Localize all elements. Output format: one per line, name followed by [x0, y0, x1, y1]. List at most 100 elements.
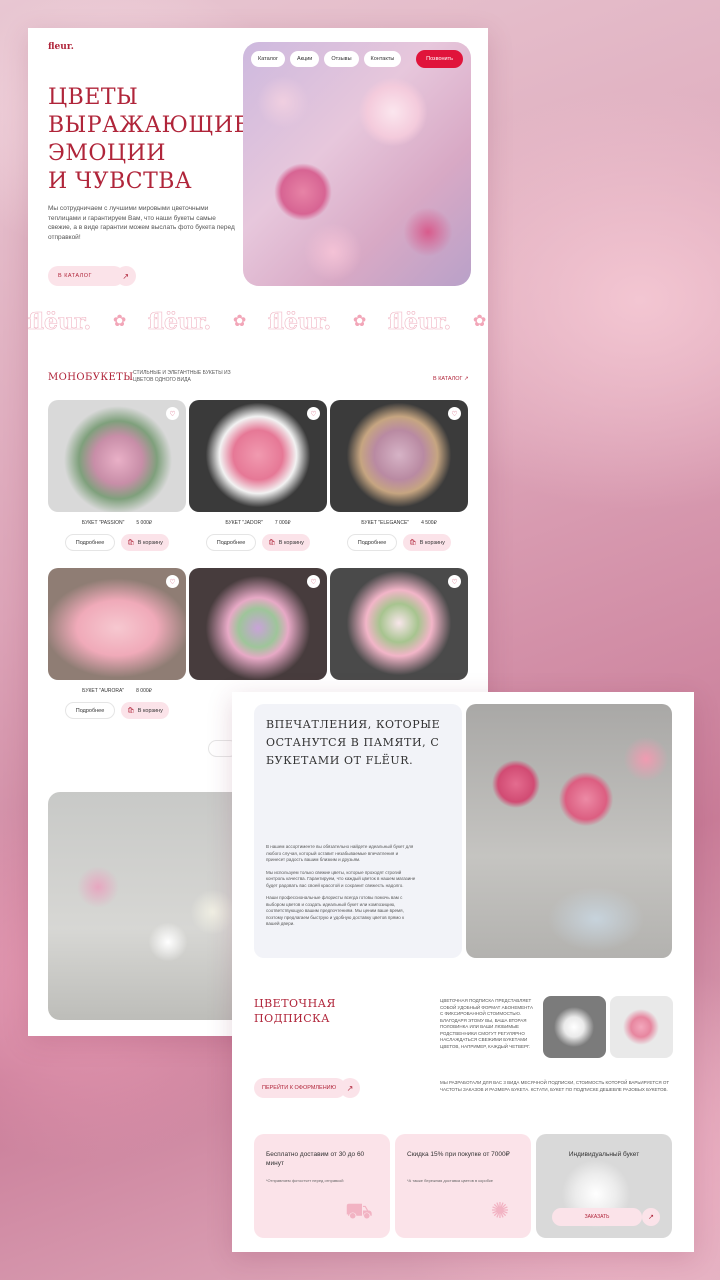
heart-icon[interactable]: ♡	[166, 575, 179, 588]
call-button[interactable]: Позвонить	[416, 50, 463, 68]
details-button[interactable]: Подробнее	[206, 534, 256, 551]
add-to-cart-label: В корзину	[137, 539, 163, 546]
subscription-order-button[interactable]: ПЕРЕЙТИ К ОФОРМЛЕНИЮ ↗	[254, 1078, 360, 1098]
product-photo[interactable]: ♡	[189, 400, 327, 512]
brand-logo[interactable]: fleur.	[48, 42, 74, 52]
feature-title: Индивидуальный букет	[568, 1151, 640, 1158]
hero-title-line: ВЫРАЖАЮЩИЕ	[48, 113, 251, 138]
hero-image-peonies: Каталог Акции Отзывы Контакты Позвонить	[243, 42, 471, 286]
cart-icon: 🛍	[268, 540, 276, 546]
cart-icon: 🛍	[127, 708, 135, 714]
subscription-order-label: ПЕРЕЙТИ К ОФОРМЛЕНИЮ	[262, 1085, 337, 1091]
subscription-photo-white	[543, 996, 606, 1058]
nav-item-sales[interactable]: Акции	[290, 51, 320, 67]
peonies-vase-photo	[466, 704, 672, 958]
lilies-vase-photo	[48, 792, 248, 1020]
arrow-up-right-icon[interactable]: ↗	[642, 1208, 660, 1226]
product-card: ♡ БУКЕТ "ELEGANCE" 4 500₽ Подробнее 🛍 В ко…	[330, 400, 468, 551]
product-name: БУКЕТ "JADOR"	[225, 520, 263, 526]
feature-free-delivery: Бесплатно доставим от 30 до 60 минут *От…	[254, 1134, 390, 1238]
marquee-word: flëur.	[28, 309, 92, 336]
catalog-button-label: В КАТАЛОГ	[58, 273, 92, 279]
arrow-up-right-icon[interactable]: ↗	[340, 1078, 360, 1098]
add-to-cart-label: В корзину	[278, 539, 304, 546]
order-custom-button[interactable]: ЗАКАЗАТЬ	[552, 1208, 642, 1226]
arrow-up-right-icon: ↗	[464, 376, 469, 382]
product-name: БУКЕТ "AURORA"	[82, 688, 125, 694]
product-photo[interactable]: ♡	[48, 400, 186, 512]
heart-icon[interactable]: ♡	[166, 407, 179, 420]
feature-custom-bouquet: Индивидуальный букет ЗАКАЗАТЬ ↗	[536, 1134, 672, 1238]
intro-title: ВПЕЧАТЛЕНИЯ, КОТОРЫЕ ОСТАНУТСЯ В ПАМЯТИ,…	[266, 718, 441, 767]
discount-badge-icon: ✺	[490, 1198, 510, 1223]
flower-icon: ✿	[112, 313, 127, 330]
hero-title: ЦВЕТЫ ВЫРАЖАЮЩИЕ ЭМОЦИИ И ЧУВСТВА	[48, 84, 251, 196]
details-button[interactable]: Подробнее	[65, 702, 115, 719]
add-to-cart-button[interactable]: 🛍 В корзину	[403, 534, 451, 551]
subscription-photo-pink	[610, 996, 673, 1058]
add-to-cart-label: В корзину	[137, 707, 163, 714]
truck-icon: ⛟	[345, 1198, 373, 1223]
hero-title-line: ЦВЕТЫ	[48, 85, 139, 110]
subscription-title-line: ЦВЕТОЧНАЯ	[254, 997, 336, 1010]
marquee-word: flëur.	[148, 309, 212, 336]
add-to-cart-button[interactable]: 🛍 В корзину	[121, 702, 169, 719]
product-photo[interactable]: ♡	[48, 568, 186, 680]
nav-item-catalog[interactable]: Каталог	[251, 51, 285, 67]
product-card: ♡	[330, 568, 468, 680]
flower-icon: ✿	[232, 313, 247, 330]
heart-icon[interactable]: ♡	[307, 407, 320, 420]
hero-title-line: ЭМОЦИИ	[48, 141, 166, 166]
intro-section: ВПЕЧАТЛЕНИЯ, КОТОРЫЕ ОСТАНУТСЯ В ПАМЯТИ,…	[254, 704, 462, 958]
product-price: 5 000₽	[136, 520, 153, 526]
subscription-note: МЫ РАЗРАБОТАЛИ ДЛЯ ВАС 3 ВИДА МЕСЯЧНОЙ П…	[440, 1080, 670, 1092]
add-to-cart-label: В корзину	[419, 539, 445, 546]
feature-discount: Скидка 15% при покупке от 7000₽ *А также…	[395, 1134, 531, 1238]
cart-icon: 🛍	[127, 540, 135, 546]
arrow-up-right-icon[interactable]: ↗	[116, 266, 136, 286]
nav-item-reviews[interactable]: Отзывы	[324, 51, 359, 67]
intro-text: В нашем ассортименте вы обязательно найд…	[266, 844, 416, 934]
details-button[interactable]: Подробнее	[65, 534, 115, 551]
top-navigation: Каталог Акции Отзывы Контакты Позвонить	[251, 50, 463, 68]
product-photo[interactable]: ♡	[330, 400, 468, 512]
intro-paragraph: Мы используем только свежие цветы, котор…	[266, 869, 416, 888]
heart-icon[interactable]: ♡	[307, 575, 320, 588]
marquee-word: flëur.	[268, 309, 332, 336]
subscription-description: ЦВЕТОЧНАЯ ПОДПИСКА ПРЕДСТАВЛЯЕТ СОБОЙ УД…	[440, 998, 533, 1049]
product-name: БУКЕТ "ELEGANCE"	[361, 520, 410, 526]
product-price: 4 500₽	[421, 520, 437, 526]
add-to-cart-button[interactable]: 🛍 В корзину	[121, 534, 169, 551]
landing-page-bottom: ВПЕЧАТЛЕНИЯ, КОТОРЫЕ ОСТАНУТСЯ В ПАМЯТИ,…	[232, 692, 694, 1252]
add-to-cart-button[interactable]: 🛍 В корзину	[262, 534, 310, 551]
product-photo[interactable]: ♡	[189, 568, 327, 680]
flower-icon: ✿	[472, 313, 487, 330]
details-button[interactable]: Подробнее	[347, 534, 397, 551]
monobouquets-catalog-link[interactable]: В КАТАЛОГ ↗	[433, 376, 469, 382]
cart-icon: 🛍	[409, 540, 417, 546]
monobouquets-subtitle: СТИЛЬНЫЕ И ЭЛЕГАНТНЫЕ БУКЕТЫ ИЗ ЦВЕТОВ О…	[133, 370, 231, 383]
catalog-link-label: В КАТАЛОГ	[433, 376, 463, 382]
subscription-title: ЦВЕТОЧНАЯ ПОДПИСКА	[254, 996, 336, 1026]
intro-paragraph: В нашем ассортименте вы обязательно найд…	[266, 844, 414, 862]
hero-description: Мы сотрудничаем с лучшими мировыми цвето…	[48, 205, 235, 241]
product-photo[interactable]: ♡	[330, 568, 468, 680]
heart-icon[interactable]: ♡	[448, 575, 461, 588]
product-price: 8 000₽	[136, 688, 152, 694]
product-price: 7 000₽	[274, 520, 291, 526]
feature-title: Бесплатно доставим от 30 до 60 минут	[266, 1151, 365, 1167]
product-card: ♡ БУКЕТ "PASSION" 5 000₽ Подробнее 🛍 В кор…	[48, 400, 186, 551]
product-name: БУКЕТ "PASSION"	[81, 520, 125, 526]
product-card: ♡ БУКЕТ "JADOR" 7 000₽ Подробнее 🛍 В корзи…	[189, 400, 327, 551]
nav-item-contacts[interactable]: Контакты	[363, 51, 402, 67]
catalog-button[interactable]: В КАТАЛОГ ↗	[48, 266, 136, 286]
subscription-title-line: ПОДПИСКА	[254, 1012, 330, 1025]
hero-title-line: И ЧУВСТВА	[48, 169, 193, 194]
heart-icon[interactable]: ♡	[448, 407, 461, 420]
feature-title: Скидка 15% при покупке от 7000₽	[407, 1151, 510, 1158]
product-card: ♡	[189, 568, 327, 680]
marquee-word: flëur.	[388, 309, 452, 336]
feature-note: *Отправляем фотоотчет перед отправкой	[266, 1178, 344, 1183]
flower-icon: ✿	[352, 313, 367, 330]
brand-marquee: flëur. ✿ flëur. ✿ flëur. ✿ flëur. ✿	[28, 308, 488, 336]
